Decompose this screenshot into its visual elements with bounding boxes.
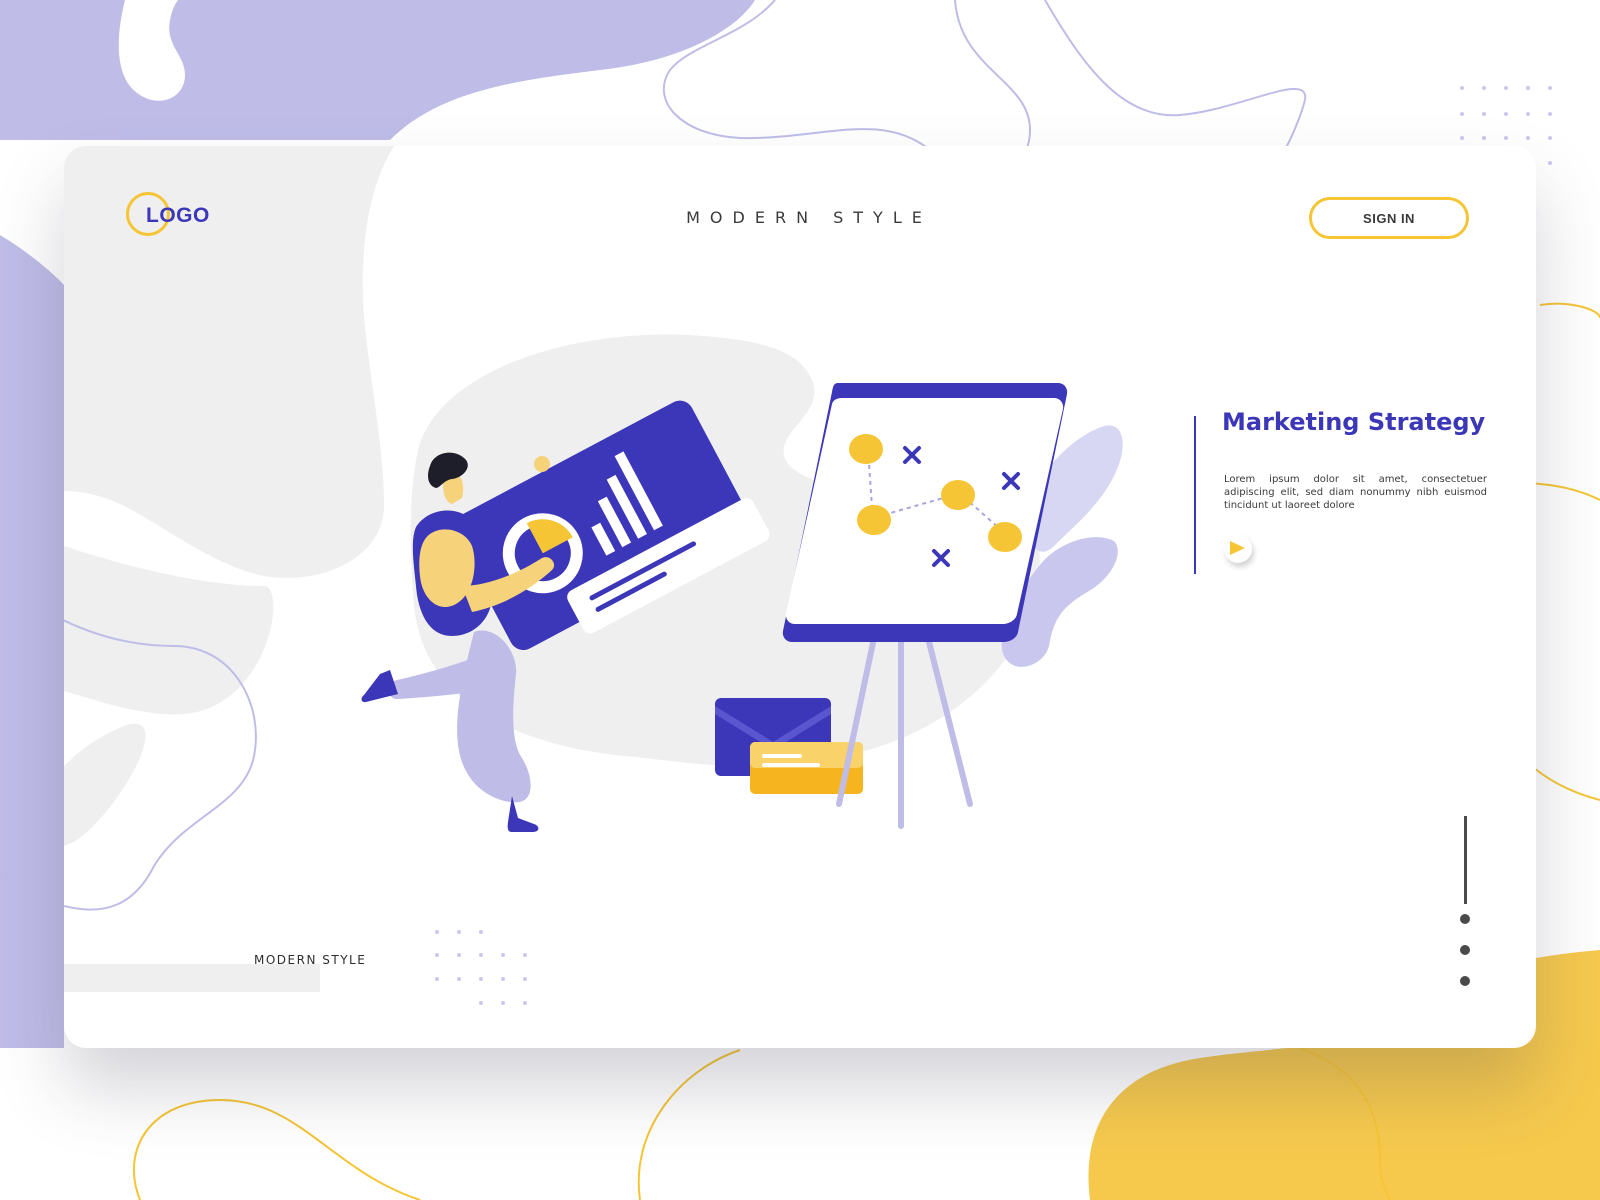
footer-label: MODERN STYLE <box>254 953 367 967</box>
hero-description: Lorem ipsum dolor sit amet, consectetuer… <box>1224 474 1487 511</box>
play-button[interactable] <box>1224 535 1252 563</box>
sign-in-button[interactable]: SIGN IN <box>1309 197 1469 239</box>
hero-title: Marketing Strategy <box>1222 408 1486 436</box>
site-title: MODERN STYLE <box>686 208 932 227</box>
title-accent-rule <box>1194 416 1196 574</box>
card-artwork <box>64 146 1123 911</box>
slide-dot-1[interactable] <box>1460 914 1470 924</box>
slide-dot-3[interactable] <box>1460 976 1470 986</box>
play-icon <box>1230 541 1245 555</box>
outline-squiggle-top-right <box>1044 0 1307 151</box>
footer-bar <box>64 964 320 992</box>
logo-text: LOGO <box>146 204 210 227</box>
grey-blob-left <box>64 546 274 715</box>
dot-grid-bottom <box>435 930 527 1005</box>
slide-dot-2[interactable] <box>1460 945 1470 955</box>
scroll-indicator-line <box>1464 816 1467 904</box>
purple-blob-top <box>0 0 755 140</box>
landing-card: LOGO MODERN STYLE SIGN IN Marketing Stra… <box>64 146 1536 1048</box>
logo[interactable]: LOGO <box>126 190 258 244</box>
